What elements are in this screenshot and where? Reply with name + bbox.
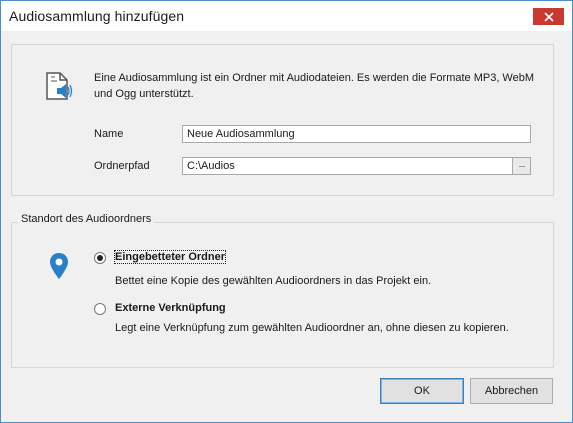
close-icon	[543, 11, 554, 22]
name-label: Name	[94, 128, 124, 140]
embedded-folder-radio[interactable]	[94, 252, 106, 264]
browse-button[interactable]: ···	[512, 158, 530, 174]
close-button[interactable]	[533, 8, 564, 25]
ellipsis-icon: ···	[518, 161, 526, 171]
cancel-button[interactable]: Abbrechen	[470, 378, 553, 404]
name-field[interactable]: Neue Audiosammlung	[182, 125, 531, 143]
path-field[interactable]: C:\Audios ···	[182, 157, 531, 175]
collection-panel: Eine Audiosammlung ist ein Ordner mit Au…	[11, 44, 554, 196]
title-bar[interactable]: Audiosammlung hinzufügen	[1, 1, 572, 31]
dialog-window: Audiosammlung hinzufügen Eine Audiosamml…	[0, 0, 573, 423]
external-link-label[interactable]: Externe Verknüpfung	[115, 302, 226, 314]
audio-document-icon	[43, 71, 75, 103]
dialog-title: Audiosammlung hinzufügen	[9, 8, 185, 24]
name-value: Neue Audiosammlung	[187, 128, 295, 140]
location-groupbox: Eingebetteter Ordner Bettet eine Kopie d…	[11, 222, 554, 368]
map-pin-icon	[48, 251, 70, 281]
external-link-description: Legt eine Verknüpfung zum gewählten Audi…	[115, 322, 509, 334]
intro-text: Eine Audiosammlung ist ein Ordner mit Au…	[94, 72, 535, 100]
embedded-folder-label[interactable]: Eingebetteter Ordner	[113, 250, 227, 264]
location-group-title: Standort des Audioordners	[18, 213, 155, 225]
external-link-radio[interactable]	[94, 303, 106, 315]
path-label: Ordnerpfad	[94, 160, 150, 172]
ok-button[interactable]: OK	[380, 378, 464, 404]
embedded-folder-description: Bettet eine Kopie des gewählten Audioord…	[115, 275, 432, 287]
path-value: C:\Audios	[187, 160, 235, 172]
